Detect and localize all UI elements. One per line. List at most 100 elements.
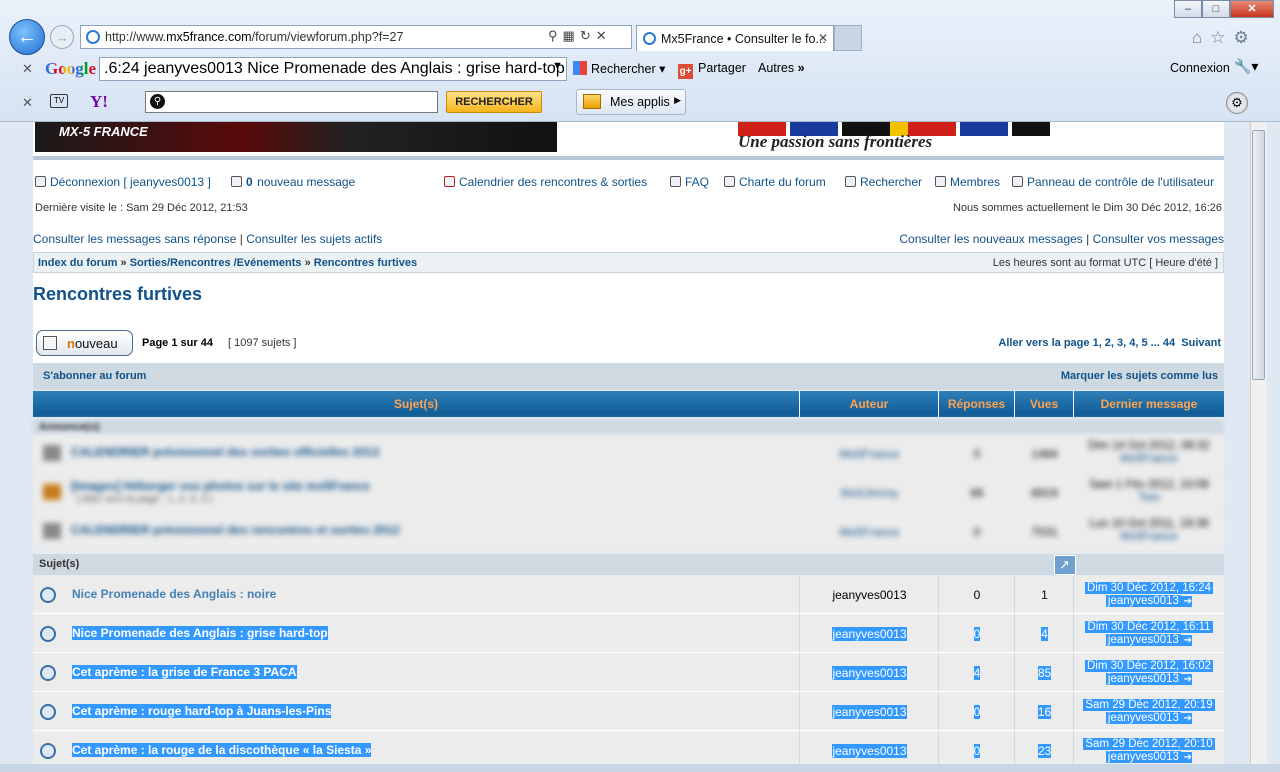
refresh-icon[interactable]: ↻ (580, 28, 596, 43)
url-domain: mx5france.com (166, 30, 252, 44)
tab-mx5france[interactable]: Mx5France • Consulter le fo... ✕ (636, 25, 834, 51)
last-post-author[interactable]: jeanyves0013 (1105, 751, 1181, 763)
chevron-down-icon[interactable]: ▼ (552, 60, 563, 72)
topic-author[interactable]: jeanyves0013 (832, 627, 907, 641)
document-icon (43, 336, 57, 350)
new-topic-button[interactable]: nouveau (36, 330, 133, 356)
search-icon[interactable]: ⚲ (548, 28, 563, 43)
yahoo-rechercher-button[interactable]: RECHERCHER (446, 91, 542, 113)
announcement-row[interactable]: CALENDRIER prévisionnel des sorties offi… (33, 435, 1224, 473)
subscribe-link[interactable]: S'abonner au forum (43, 370, 146, 382)
last-post-author[interactable]: jeanyves0013 (1105, 595, 1181, 607)
topic-author[interactable]: jeanyves0013 (832, 666, 907, 680)
maximize-button[interactable]: □ (1202, 0, 1230, 18)
topic-row[interactable]: Nice Promenade des Anglais : grise hard-… (33, 615, 1224, 654)
topic-author[interactable]: jeanyves0013 (832, 588, 906, 602)
expand-icon[interactable]: ↗ (1054, 555, 1076, 575)
goto-post-icon[interactable]: ➔ (1180, 752, 1193, 763)
goto-post-icon[interactable]: ➔ (1180, 674, 1193, 685)
magnifier-icon: ⚲ (150, 94, 165, 109)
tab-title: Mx5France • Consulter le fo... (661, 32, 826, 46)
announcements-list: CALENDRIER prévisionnel des sorties offi… (33, 435, 1224, 551)
members-icon (935, 176, 946, 187)
quicklinks-left: Consulter les messages sans réponse | Co… (33, 232, 383, 246)
topic-title[interactable]: Nice Promenade des Anglais : noire (72, 587, 276, 601)
home-icon[interactable]: ⌂ (1192, 28, 1210, 47)
apps-icon (583, 94, 601, 109)
back-button[interactable]: ← (9, 19, 45, 55)
topics-label: Sujet(s) (33, 554, 1224, 575)
gear-icon[interactable]: ⚙ (1234, 28, 1257, 47)
forum-wrapper: MX-5 FRANCE Une passion sans frontières … (33, 122, 1224, 764)
announcement-row[interactable]: CALENDRIER prévisionnel des rencontres e… (33, 513, 1224, 551)
yahoo-logo[interactable]: Y! (90, 92, 108, 112)
page-title: Rencontres furtives (33, 284, 203, 304)
topic-author[interactable]: jeanyves0013 (832, 744, 907, 758)
search-icon (845, 176, 856, 187)
mes-applis-button[interactable]: Mes applis ▶ (576, 89, 686, 115)
wrench-icon[interactable]: 🔧▾ (1234, 58, 1258, 75)
banner-divider (33, 156, 1224, 160)
settings-gear-icon[interactable]: ⚙ (1226, 92, 1248, 114)
user-panel-link[interactable]: Panneau de contrôle de l'utilisateur (1012, 173, 1214, 191)
autres-button[interactable]: Autres » (758, 61, 805, 75)
mark-read-link[interactable]: Marquer les sujets comme lus (1061, 370, 1218, 382)
minimize-button[interactable]: – (1174, 0, 1202, 18)
close-yahoo-toolbar-icon[interactable]: ✕ (22, 95, 33, 111)
announcement-row[interactable]: [Images] Héberger vos photos sur le site… (33, 474, 1224, 512)
topic-replies: 0 (973, 627, 981, 641)
unanswered-link[interactable]: Consulter les messages sans réponse (33, 232, 236, 246)
tab-close-icon[interactable]: ✕ (818, 31, 828, 45)
forward-button[interactable]: → (50, 25, 74, 49)
search-link[interactable]: Rechercher (845, 173, 922, 191)
topic-row[interactable]: Cet aprème : la rouge de la discothèque … (33, 732, 1224, 764)
partager-button[interactable]: g+ Partager (678, 61, 746, 79)
goto-post-icon[interactable]: ➔ (1180, 635, 1193, 646)
topic-title[interactable]: Cet aprème : la grise de France 3 PACA (72, 665, 297, 679)
topic-author[interactable]: jeanyves0013 (832, 705, 907, 719)
breadcrumb-forum[interactable]: Rencontres furtives (314, 257, 417, 269)
topic-title[interactable]: Nice Promenade des Anglais : grise hard-… (72, 626, 328, 640)
topic-row[interactable]: Cet aprème : rouge hard-top à Juans-les-… (33, 693, 1224, 732)
topic-title[interactable]: Cet aprème : rouge hard-top à Juans-les-… (72, 704, 332, 718)
breadcrumb-index[interactable]: Index du forum (38, 257, 117, 269)
topic-row[interactable]: Cet aprème : la grise de France 3 PACA je… (33, 654, 1224, 693)
topic-views: 4 (1041, 627, 1048, 641)
topic-row[interactable]: Nice Promenade des Anglais : noire jeanyv… (33, 576, 1224, 615)
last-post-author[interactable]: jeanyves0013 (1105, 634, 1181, 646)
new-tab-button[interactable] (834, 25, 862, 51)
question-icon (670, 176, 681, 187)
breadcrumb-category[interactable]: Sorties/Rencontres /Evénements (130, 257, 302, 269)
last-post-date: Sam 29 Déc 2012, 20:10 (1083, 738, 1215, 750)
topics-list: Nice Promenade des Anglais : noire jeanyv… (33, 576, 1224, 764)
goto-post-icon[interactable]: ➔ (1180, 713, 1193, 724)
logout-link[interactable]: Déconnexion [ jeanyves0013 ] (35, 173, 211, 191)
your-posts-link[interactable]: Consulter vos messages (1093, 232, 1224, 246)
last-post-author[interactable]: jeanyves0013 (1105, 712, 1181, 724)
google-logo: Google (45, 59, 96, 78)
faq-link[interactable]: FAQ (670, 173, 709, 191)
banner-slogan: Une passion sans frontières (738, 132, 933, 151)
new-posts-link[interactable]: Consulter les nouveaux messages (899, 232, 1082, 246)
close-window-button[interactable]: ✕ (1230, 0, 1274, 18)
topic-title[interactable]: Cet aprème : la rouge de la discothèque … (72, 743, 372, 757)
calendar-link[interactable]: Calendrier des rencontres & sorties (444, 173, 647, 191)
page-links[interactable]: 1, 2, 3, 4, 5 ... 44 (1093, 337, 1176, 349)
google-rechercher-button[interactable]: Rechercher ▾ (573, 61, 665, 76)
new-messages-link[interactable]: 0 nouveau message (231, 173, 355, 191)
close-toolbar-icon[interactable]: ✕ (22, 61, 33, 77)
connexion-button[interactable]: Connexion (1170, 61, 1230, 75)
next-page-link[interactable]: Suivant (1181, 337, 1221, 349)
compat-icon[interactable]: ▦ (563, 28, 580, 43)
goto-post-icon[interactable]: ➔ (1180, 596, 1193, 607)
charte-link[interactable]: Charte du forum (724, 173, 826, 191)
stop-icon[interactable]: ✕ (596, 28, 612, 43)
google-search-input[interactable]: .6:24 jeanyves0013 Nice Promenade des An… (99, 57, 567, 81)
scrollbar-thumb[interactable] (1252, 130, 1265, 380)
tv-icon[interactable]: TV (50, 94, 68, 108)
yahoo-search-input[interactable]: ⚲ (145, 91, 438, 113)
favorites-star-icon[interactable]: ☆ (1210, 28, 1233, 47)
active-topics-link[interactable]: Consulter les sujets actifs (246, 232, 382, 246)
last-post-author[interactable]: jeanyves0013 (1105, 673, 1181, 685)
members-link[interactable]: Membres (935, 173, 1000, 191)
